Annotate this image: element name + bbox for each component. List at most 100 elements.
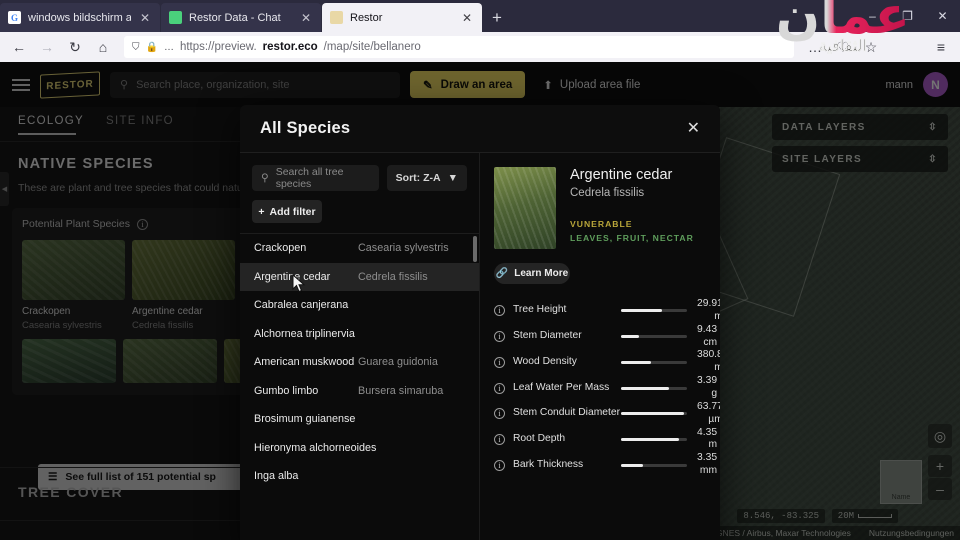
back-icon[interactable]: ← (6, 35, 32, 59)
info-icon[interactable]: i (494, 382, 505, 394)
trait-label: Tree Height (513, 304, 567, 316)
species-common-name: Cabralea canjerana (254, 299, 349, 312)
close-icon[interactable]: ✕ (460, 12, 474, 24)
browser-tab-3-active[interactable]: Restor ✕ (322, 3, 482, 32)
list-item[interactable]: Crackopen Casearia sylvestris (240, 234, 479, 263)
sort-label: Sort: Z-A (395, 172, 441, 184)
trait-list: i Tree Height 29.91 m i Stem Diameter 9.… (494, 298, 720, 478)
close-icon[interactable]: ✕ (299, 12, 313, 24)
info-icon[interactable]: i (494, 331, 505, 343)
browser-tab-2[interactable]: Restor Data - Chat ✕ (161, 3, 321, 32)
minimize-button[interactable]: – (855, 0, 890, 32)
trait-label: Stem Conduit Diameter (513, 407, 621, 419)
info-icon[interactable]: i (494, 356, 505, 368)
list-item[interactable]: Brosimum guianense (240, 405, 479, 434)
info-icon[interactable]: i (494, 433, 505, 445)
browser-navbar: ← → ↻ ⌂ ⛉ 🔒 … https://preview. restor.eco… (0, 32, 960, 62)
info-icon[interactable]: i (494, 408, 505, 420)
url-path: /map/site/bellanero (323, 41, 421, 53)
close-icon[interactable]: ✕ (138, 12, 152, 24)
navbar-actions: … ♡ ☆ ≡ (802, 35, 954, 59)
trait-row: i Tree Height 29.91 m (494, 298, 720, 324)
trait-label: Root Depth (513, 433, 566, 445)
list-item[interactable]: American muskwood Guarea guidonia (240, 348, 479, 377)
trait-bar (621, 386, 687, 390)
lock-icon[interactable]: 🔒 (146, 42, 158, 53)
list-item[interactable]: Inga alba (240, 462, 479, 491)
info-icon[interactable]: i (494, 305, 505, 317)
species-search-input[interactable]: ⚲ Search all tree species (252, 165, 379, 191)
filter-controls: ⚲ Search all tree species Sort: Z-A ▼ + … (240, 153, 479, 233)
trait-value: 29.91 m (697, 298, 720, 322)
hamburger-menu-icon[interactable]: ≡ (928, 35, 954, 59)
detail-header: Argentine cedar Cedrela fissilis VUNERAB… (494, 167, 704, 249)
trait-bar (621, 437, 687, 441)
list-item-selected[interactable]: Argentine cedar Cedrela fissilis (240, 262, 479, 291)
sort-dropdown[interactable]: Sort: Z-A ▼ (386, 165, 467, 191)
trait-bar (621, 360, 687, 364)
window-close-button[interactable]: ✕ (925, 0, 960, 32)
species-list-pane: ⚲ Search all tree species Sort: Z-A ▼ + … (240, 153, 480, 540)
learn-more-button[interactable]: 🔗 Learn More (494, 263, 570, 284)
permissions-icon[interactable]: … (164, 42, 174, 53)
add-filter-button[interactable]: + Add filter (252, 200, 322, 223)
species-list[interactable]: Crackopen Casearia sylvestris Argentine … (240, 233, 479, 540)
trait-label: Leaf Water Per Mass (513, 381, 610, 393)
trait-value: 9.43 cm (697, 323, 718, 348)
reload-icon[interactable]: ↻ (62, 35, 88, 59)
bookmark-star-icon[interactable]: ☆ (858, 35, 884, 59)
tab-title: Restor Data - Chat (189, 11, 281, 24)
species-common-name: Inga alba (254, 470, 299, 483)
species-common-name: American muskwood (254, 356, 355, 369)
detail-text: Argentine cedar Cedrela fissilis VUNERAB… (570, 167, 694, 249)
species-latin-name: Bursera simaruba (358, 384, 444, 397)
list-item[interactable]: Alchornea triplinervia (240, 320, 479, 349)
trait-value: 63.77 µm (697, 400, 720, 425)
trait-bar (621, 309, 687, 313)
learn-more-label: Learn More (514, 268, 569, 279)
home-icon[interactable]: ⌂ (90, 35, 116, 59)
info-icon[interactable]: i (494, 459, 505, 471)
browser-titlebar: G windows bildschirm aufzeichne ✕ Restor… (0, 0, 960, 32)
shield-icon[interactable]: ⛉ (132, 42, 140, 53)
species-detail-image (494, 167, 556, 249)
list-scrollbar[interactable] (473, 236, 477, 262)
species-common-name: Gumbo limbo (254, 384, 319, 397)
trait-label: Bark Thickness (513, 458, 584, 470)
list-item[interactable]: Hieronyma alchorneoides (240, 434, 479, 463)
url-bar[interactable]: ⛉ 🔒 … https://preview. restor.eco/map/sit… (124, 36, 794, 58)
url-domain: restor.eco (262, 41, 318, 53)
page-content: Google Name ◎ + – 8.546, -83.325 20M Kar… (0, 62, 960, 540)
species-common-name: Crackopen (254, 242, 307, 255)
browser-tab-1[interactable]: G windows bildschirm aufzeichne ✕ (0, 3, 160, 32)
trait-label: Wood Density (513, 355, 577, 367)
page-actions-icon[interactable]: … (802, 35, 828, 59)
species-latin-name: Guarea guidonia (358, 356, 438, 369)
trait-row: i Stem Diameter 9.43 cm (494, 324, 717, 350)
filter-row: ⚲ Search all tree species Sort: Z-A ▼ (252, 165, 467, 191)
species-common-name: Alchornea triplinervia (254, 327, 355, 340)
trait-bar (621, 463, 687, 467)
tab-title: windows bildschirm aufzeichne (28, 11, 131, 24)
trait-row: i Leaf Water Per Mass 3.39 g (494, 375, 717, 401)
restor-icon (330, 11, 343, 24)
search-placeholder: Search all tree species (275, 166, 344, 190)
trait-bar (621, 412, 687, 416)
maximize-button[interactable]: ❐ (890, 0, 925, 32)
tab-title: Restor (350, 11, 383, 24)
trait-label: Stem Diameter (513, 330, 582, 342)
modal-title: All Species (260, 119, 351, 137)
list-item[interactable]: Cabralea canjerana (240, 291, 479, 320)
trait-row: i Root Depth 4.35 m (494, 427, 717, 453)
screenshot-root: G windows bildschirm aufzeichne ✕ Restor… (0, 0, 960, 540)
species-latin-name: Cedrela fissilis (358, 270, 428, 283)
trait-value: 380.84 mg (697, 349, 720, 374)
pocket-icon[interactable]: ♡ (830, 35, 856, 59)
forward-icon[interactable]: → (34, 35, 60, 59)
close-icon[interactable]: ✕ (687, 120, 700, 137)
trait-row: i Bark Thickness 3.35 mm (494, 452, 717, 478)
list-item[interactable]: Gumbo limbo Bursera simaruba (240, 377, 479, 406)
tab-strip: G windows bildschirm aufzeichne ✕ Restor… (0, 0, 855, 32)
search-icon: ⚲ (261, 172, 269, 184)
new-tab-button[interactable]: + (483, 4, 511, 32)
